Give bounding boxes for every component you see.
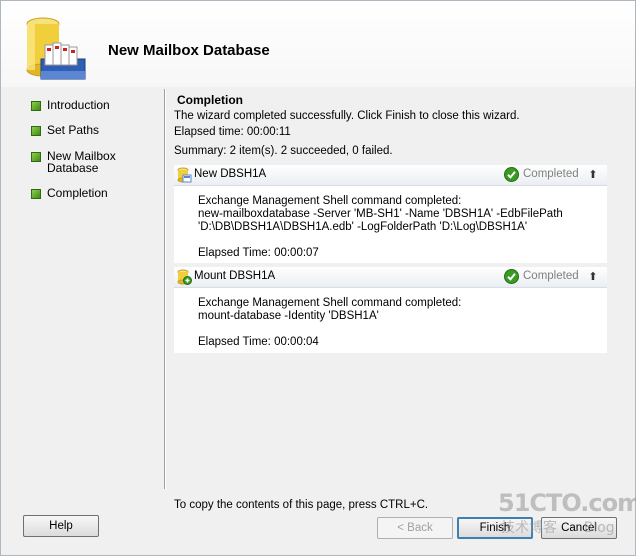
- task-detail-line: mount-database -Identity 'DBSH1A': [198, 310, 379, 322]
- task-header[interactable]: New DBSH1A Completed ⬆: [174, 165, 607, 186]
- collapse-chevron-icon[interactable]: ⬆: [586, 168, 600, 182]
- step-complete-icon: [31, 126, 41, 136]
- wizard-title: New Mailbox Database: [108, 42, 270, 59]
- step-complete-icon: [31, 189, 41, 199]
- task-detail-line: new-mailboxdatabase -Server 'MB-SH1' -Na…: [198, 208, 563, 220]
- wizard-window: New Mailbox Database Introduction Set Pa…: [0, 0, 636, 556]
- page-title: Completion: [177, 93, 243, 107]
- task-elapsed-time: Elapsed Time: 00:00:07: [198, 247, 319, 259]
- copy-hint: To copy the contents of this page, press…: [174, 499, 429, 511]
- nav-step-introduction[interactable]: Introduction: [31, 99, 142, 111]
- task-elapsed-time: Elapsed Time: 00:00:04: [198, 336, 319, 348]
- task-status: Completed: [523, 270, 579, 282]
- nav-step-new-mailbox-database[interactable]: New Mailbox Database: [31, 150, 117, 174]
- collapse-chevron-icon[interactable]: ⬆: [586, 270, 600, 284]
- mailbox-database-icon: [26, 17, 86, 80]
- task-detail-line: Exchange Management Shell command comple…: [198, 195, 462, 207]
- watermark-subtitle: 技术博客 Blog: [501, 517, 615, 537]
- watermark-subtitle-blog: Blog: [583, 520, 615, 536]
- task-details: Exchange Management Shell command comple…: [198, 297, 461, 349]
- task-name: New DBSH1A: [194, 168, 267, 180]
- mount-database-icon: [177, 269, 192, 285]
- task-status: Completed: [523, 168, 579, 180]
- completed-check-icon: [504, 167, 519, 182]
- step-complete-icon: [31, 152, 41, 162]
- task-detail-line: 'D:\DB\DBSH1A\DBSH1A.edb' -LogFolderPath…: [198, 221, 528, 233]
- task-item-new-database: New DBSH1A Completed ⬆ Exchange Manageme…: [174, 165, 607, 263]
- elapsed-time: Elapsed time: 00:00:11: [174, 126, 291, 138]
- nav-step-completion[interactable]: Completion: [31, 187, 142, 199]
- summary-text: Summary: 2 item(s). 2 succeeded, 0 faile…: [174, 145, 393, 157]
- nav-divider-highlight: [165, 89, 166, 489]
- task-name: Mount DBSH1A: [194, 270, 276, 282]
- back-button[interactable]: < Back: [377, 517, 453, 539]
- nav-step-label: New Mailbox Database: [47, 149, 116, 175]
- wizard-header: New Mailbox Database: [1, 1, 635, 87]
- completion-message: The wizard completed successfully. Click…: [174, 110, 520, 122]
- task-item-mount-database: Mount DBSH1A Completed ⬆ Exchange Manage…: [174, 267, 607, 353]
- nav-step-label: Set Paths: [47, 123, 100, 137]
- step-complete-icon: [31, 101, 41, 111]
- task-header[interactable]: Mount DBSH1A Completed ⬆: [174, 267, 607, 288]
- task-detail-line: Exchange Management Shell command comple…: [198, 297, 462, 309]
- nav-step-set-paths[interactable]: Set Paths: [31, 124, 142, 136]
- help-button[interactable]: Help: [23, 515, 99, 537]
- watermark-logo: 51CTO.com: [498, 489, 636, 517]
- completed-check-icon: [504, 269, 519, 284]
- watermark-subtitle-cn: 技术博客: [501, 520, 557, 536]
- nav-step-label: Introduction: [47, 98, 110, 112]
- nav-step-label: Completion: [47, 186, 108, 200]
- new-database-icon: [177, 167, 192, 183]
- task-details: Exchange Management Shell command comple…: [198, 195, 563, 260]
